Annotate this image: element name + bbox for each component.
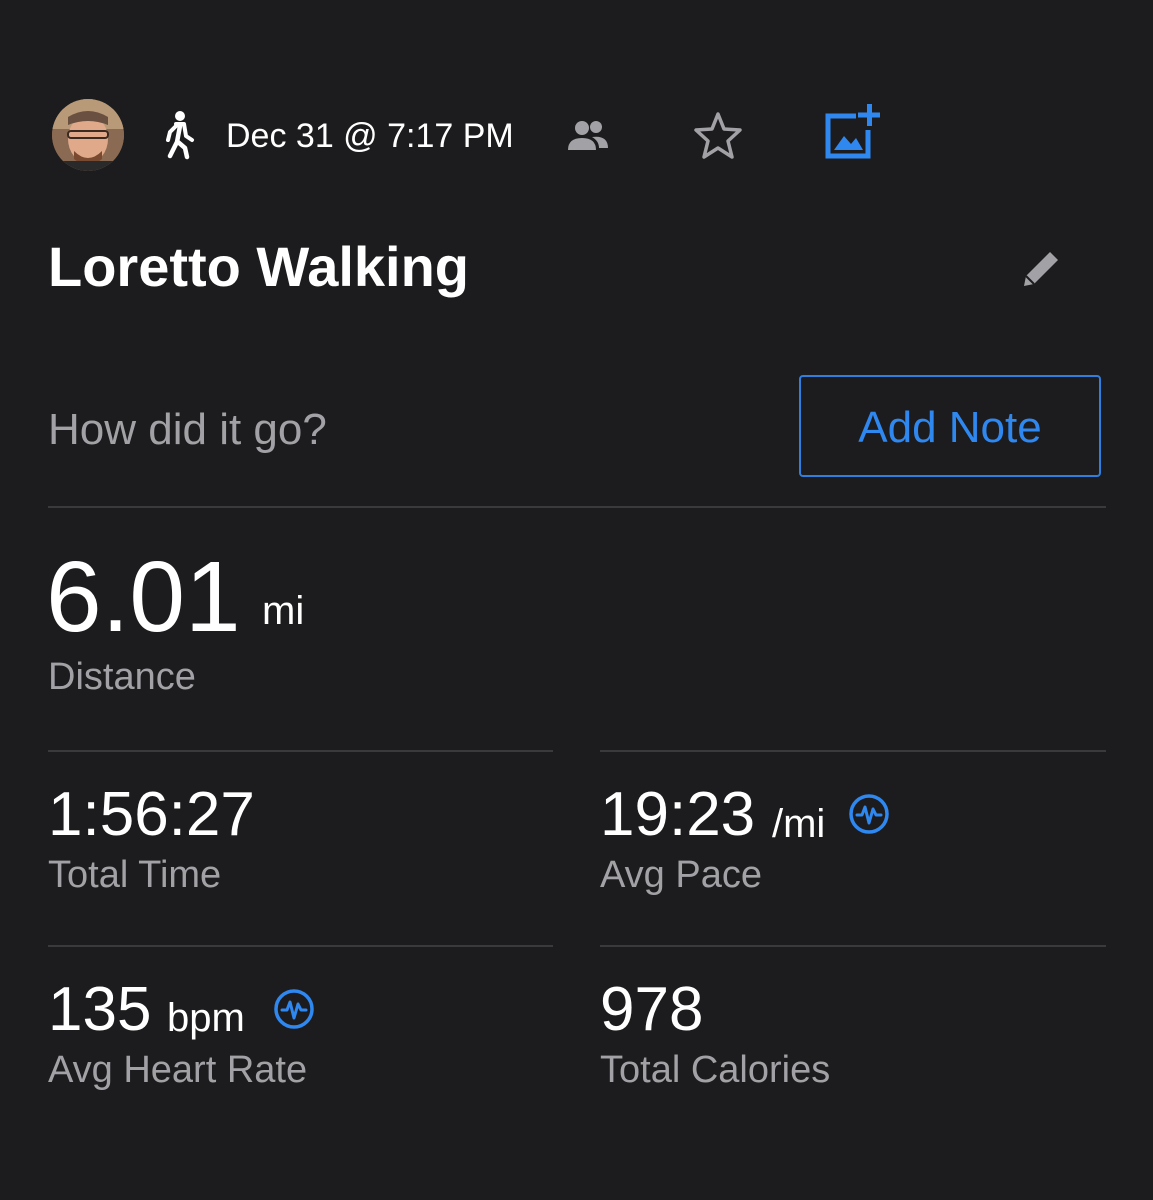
divider bbox=[48, 945, 553, 947]
distance-value: 6.01 bbox=[46, 541, 241, 653]
activity-date-time: Dec 31 @ 7:17 PM bbox=[226, 117, 514, 155]
star-outline-icon[interactable] bbox=[692, 110, 744, 162]
divider bbox=[600, 945, 1106, 947]
heart-rate-monitor-icon[interactable] bbox=[848, 793, 890, 835]
avg-pace-unit: /mi bbox=[772, 802, 826, 846]
note-prompt: How did it go? bbox=[48, 405, 327, 454]
avg-pace-value: 19:23 bbox=[600, 780, 756, 849]
walking-person-icon bbox=[158, 110, 198, 160]
total-calories-value: 978 bbox=[600, 975, 704, 1044]
add-photo-icon[interactable] bbox=[820, 102, 881, 162]
pencil-icon[interactable] bbox=[1014, 242, 1066, 294]
avg-heart-rate-label: Avg Heart Rate bbox=[48, 1049, 308, 1091]
divider bbox=[48, 750, 553, 752]
divider bbox=[48, 506, 1106, 508]
add-note-button[interactable]: Add Note bbox=[799, 375, 1101, 477]
people-icon[interactable] bbox=[566, 118, 610, 154]
user-avatar[interactable] bbox=[52, 99, 124, 171]
activity-title: Loretto Walking bbox=[48, 235, 470, 298]
total-calories-label: Total Calories bbox=[600, 1049, 831, 1091]
heart-rate-monitor-icon[interactable] bbox=[273, 988, 315, 1030]
distance-label: Distance bbox=[48, 656, 196, 698]
distance-unit: mi bbox=[262, 589, 305, 633]
avg-heart-rate-unit: bpm bbox=[167, 996, 245, 1040]
total-time-label: Total Time bbox=[48, 854, 222, 896]
avg-pace-label: Avg Pace bbox=[600, 854, 762, 896]
divider bbox=[600, 750, 1106, 752]
avg-heart-rate-value: 135 bbox=[48, 975, 152, 1044]
total-time-value: 1:56:27 bbox=[48, 780, 255, 849]
